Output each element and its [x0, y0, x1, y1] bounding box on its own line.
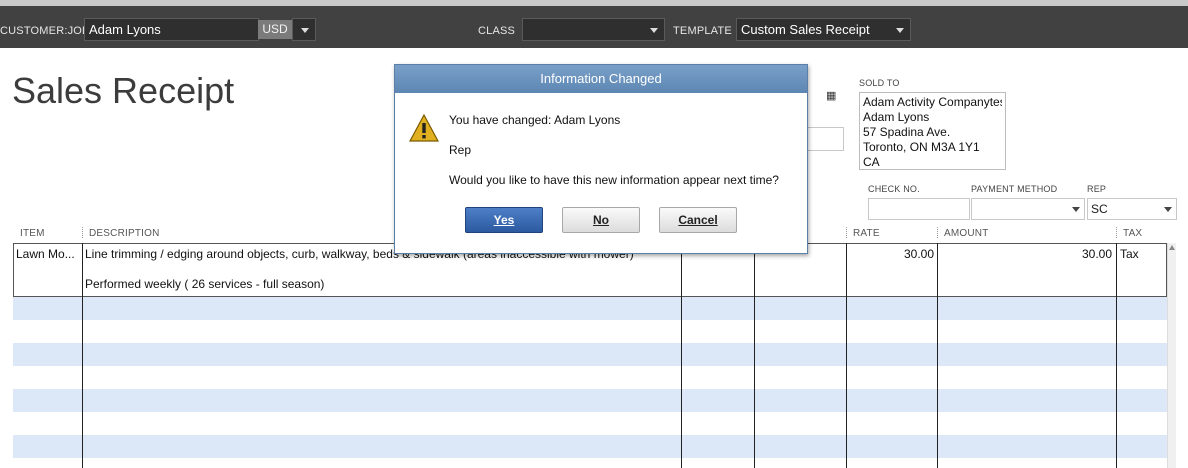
- rep-value: SC: [1091, 202, 1108, 216]
- column-separator[interactable]: [937, 227, 938, 238]
- rep-label: REP: [1087, 184, 1107, 194]
- dialog-message-changed: You have changed: Adam Lyons: [449, 113, 621, 127]
- class-label: CLASS: [478, 25, 516, 37]
- chevron-down-icon: [650, 28, 658, 33]
- column-divider: [82, 243, 83, 468]
- dialog-message-field: Rep: [449, 143, 472, 157]
- chevron-down-icon: [301, 28, 309, 33]
- class-combo[interactable]: [522, 18, 665, 41]
- customer-job-dropdown-button[interactable]: [292, 18, 316, 41]
- column-separator[interactable]: [846, 227, 847, 238]
- table-row[interactable]: [13, 412, 1167, 435]
- rep-select[interactable]: SC: [1087, 198, 1177, 220]
- no-button[interactable]: No: [562, 207, 640, 233]
- column-separator[interactable]: [82, 227, 83, 238]
- reference-field[interactable]: [806, 127, 844, 151]
- col-header-item[interactable]: ITEM: [20, 228, 45, 239]
- table-row[interactable]: [13, 366, 1167, 389]
- customer-job-label: CUSTOMER:JOB: [0, 25, 90, 37]
- chevron-down-icon: [1072, 207, 1080, 212]
- cancel-button[interactable]: Cancel: [659, 207, 737, 233]
- sold-to-label: SOLD TO: [859, 78, 900, 88]
- yes-button[interactable]: Yes: [465, 207, 543, 233]
- scroll-up-icon[interactable]: [1169, 245, 1175, 250]
- item-cell[interactable]: Lawn Mo...: [16, 247, 75, 261]
- column-separator[interactable]: [1116, 227, 1117, 238]
- chevron-down-icon: [1164, 207, 1172, 212]
- tax-cell[interactable]: Tax: [1120, 247, 1139, 261]
- table-row[interactable]: [13, 458, 1167, 468]
- customer-job-value: Adam Lyons: [89, 22, 161, 37]
- sold-to-line: Adam Lyons: [863, 110, 930, 124]
- rate-cell[interactable]: 30.00: [904, 247, 934, 261]
- column-divider: [754, 243, 755, 468]
- column-divider: [1116, 243, 1117, 468]
- template-combo[interactable]: Custom Sales Receipt: [736, 18, 911, 41]
- column-divider: [937, 243, 938, 468]
- col-header-amount[interactable]: AMOUNT: [944, 228, 989, 239]
- dialog-message-question: Would you like to have this new informat…: [449, 173, 779, 187]
- check-no-field[interactable]: [868, 198, 970, 220]
- table-row[interactable]: [13, 297, 1167, 320]
- table-scrollbar[interactable]: [1167, 243, 1176, 468]
- sold-to-line: CA: [863, 155, 880, 169]
- table-row[interactable]: [13, 435, 1167, 458]
- amount-cell[interactable]: 30.00: [1082, 247, 1112, 261]
- template-value: Custom Sales Receipt: [741, 22, 870, 37]
- table-row[interactable]: [13, 343, 1167, 366]
- payment-method-label: PAYMENT METHOD: [971, 184, 1058, 194]
- description-cell-line2[interactable]: Performed weekly ( 26 services - full se…: [85, 277, 324, 291]
- chevron-down-icon: [896, 28, 904, 33]
- sold-to-line: Adam Activity Companytes: [863, 95, 1002, 109]
- calendar-icon[interactable]: ▦: [826, 89, 836, 102]
- sold-to-line: Toronto, ON M3A 1Y1: [863, 140, 980, 154]
- payment-method-select[interactable]: [971, 198, 1085, 220]
- template-label: TEMPLATE: [673, 25, 732, 37]
- table-row[interactable]: [13, 389, 1167, 412]
- dialog-title[interactable]: Information Changed: [395, 65, 807, 93]
- line-items-table: Lawn Mo... Line trimming / edging around…: [13, 243, 1167, 468]
- col-header-tax[interactable]: TAX: [1123, 228, 1142, 239]
- currency-badge: USD: [258, 20, 292, 39]
- toolbar: CUSTOMER:JOB Adam Lyons USD CLASS TEMPLA…: [0, 6, 1188, 48]
- col-header-description[interactable]: DESCRIPTION: [89, 228, 160, 239]
- col-header-rate[interactable]: RATE: [853, 228, 880, 239]
- warning-icon: [409, 113, 439, 142]
- column-divider: [846, 243, 847, 468]
- check-no-label: CHECK NO.: [868, 184, 920, 194]
- column-divider: [681, 243, 682, 468]
- sold-to-address[interactable]: Adam Activity Companytes Adam Lyons 57 S…: [859, 92, 1006, 170]
- customer-job-combo[interactable]: Adam Lyons: [84, 18, 259, 41]
- table-row[interactable]: [13, 320, 1167, 343]
- page-title: Sales Receipt: [12, 70, 235, 111]
- sold-to-line: 57 Spadina Ave.: [863, 125, 951, 139]
- information-changed-dialog: Information Changed You have changed: Ad…: [394, 64, 808, 254]
